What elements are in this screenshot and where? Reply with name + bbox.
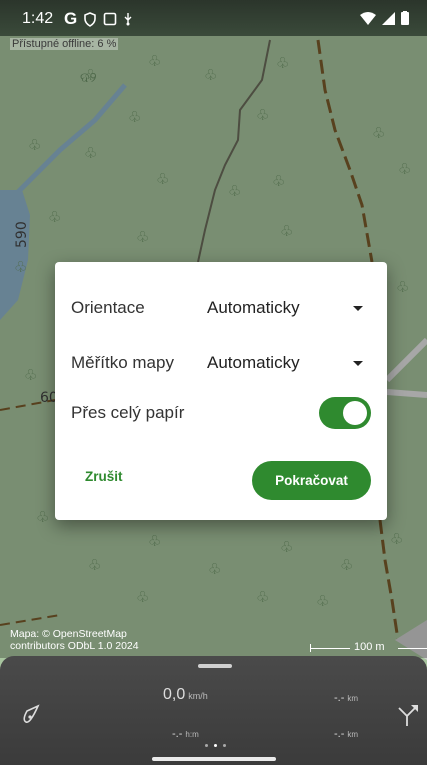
panel-page-indicator bbox=[205, 744, 226, 747]
screenshot-icon bbox=[103, 12, 117, 26]
shield-icon bbox=[84, 11, 97, 27]
status-time: 1:42 bbox=[22, 10, 54, 27]
map-attribution[interactable]: Mapa: © OpenStreetMap contributors ODbL … bbox=[10, 628, 139, 652]
fullpage-toggle[interactable] bbox=[319, 397, 371, 429]
toggle-knob bbox=[343, 401, 367, 425]
distance-readout: -.- km bbox=[334, 692, 358, 704]
scale-bar: 100 m bbox=[310, 640, 427, 656]
scale-bar-line-right bbox=[398, 648, 427, 649]
route-icon[interactable] bbox=[393, 700, 421, 728]
map-scale-label: Měřítko mapy bbox=[71, 353, 174, 372]
speed-value: 0,0 bbox=[163, 686, 186, 703]
distance-value: -.- bbox=[334, 692, 345, 704]
tracking-panel[interactable]: 0,0 km/h -.- km -.- h:m -.- km bbox=[0, 656, 427, 765]
system-icons bbox=[360, 11, 409, 25]
offline-availability-label: Přístupné offline: 6 % bbox=[10, 38, 119, 50]
attribution-line-2: contributors ODbL 1.0 2024 bbox=[10, 640, 139, 652]
notification-icons: G bbox=[64, 9, 133, 29]
dropdown-arrow-icon bbox=[353, 306, 363, 311]
page-dot-active bbox=[214, 744, 217, 747]
distance-unit: km bbox=[347, 694, 359, 703]
panel-drag-handle[interactable] bbox=[198, 664, 232, 668]
page-dot bbox=[205, 744, 208, 747]
wifi-icon bbox=[360, 11, 376, 25]
remaining-distance-value: -.- bbox=[334, 728, 345, 740]
remaining-distance-unit: km bbox=[347, 730, 359, 739]
print-settings-dialog: Orientace Automaticky Měřítko mapy Autom… bbox=[55, 262, 387, 520]
google-icon: G bbox=[64, 9, 78, 28]
continue-button[interactable]: Pokračovat bbox=[252, 461, 371, 500]
scale-bar-line bbox=[310, 648, 350, 649]
speed-unit: km/h bbox=[188, 691, 208, 701]
dropdown-arrow-icon bbox=[353, 361, 363, 366]
usb-icon bbox=[124, 13, 132, 26]
fullpage-label: Přes celý papír bbox=[71, 403, 185, 422]
time-value: -.- bbox=[172, 728, 183, 740]
screen: ଦ୨ ♧ ♧ ♧ ♧ ♧ ♧ ♧ ♧ ♧ ♧ ♧ ♧ ♧ ♧ ♧ ♧ ♧ ♧ ♧ ♧ ♧ ♧ ♧ ♧ ♧ ♧ ♧ ♧ ♧… bbox=[0, 0, 427, 765]
time-readout: -.- h:m bbox=[172, 728, 199, 740]
battery-icon bbox=[401, 11, 409, 25]
cancel-button[interactable]: Zrušit bbox=[85, 469, 123, 484]
map-scale-value: Automaticky bbox=[207, 353, 300, 372]
time-unit: h:m bbox=[185, 730, 199, 739]
scale-bar-label: 100 m bbox=[354, 641, 385, 653]
attribution-line-1: Mapa: © OpenStreetMap bbox=[10, 628, 127, 640]
orientation-label: Orientace bbox=[71, 298, 145, 317]
orientation-value: Automaticky bbox=[207, 298, 300, 317]
page-dot bbox=[223, 744, 226, 747]
signal-icon bbox=[382, 11, 395, 25]
remaining-distance-readout: -.- km bbox=[334, 728, 358, 740]
speed-readout: 0,0 km/h bbox=[163, 686, 208, 704]
status-bar: 1:42 G bbox=[0, 0, 427, 36]
compass-icon[interactable] bbox=[18, 700, 46, 728]
gesture-nav-bar[interactable] bbox=[152, 757, 276, 761]
orientation-dropdown[interactable]: Automaticky bbox=[205, 290, 371, 326]
map-scale-dropdown[interactable]: Automaticky bbox=[205, 345, 371, 381]
